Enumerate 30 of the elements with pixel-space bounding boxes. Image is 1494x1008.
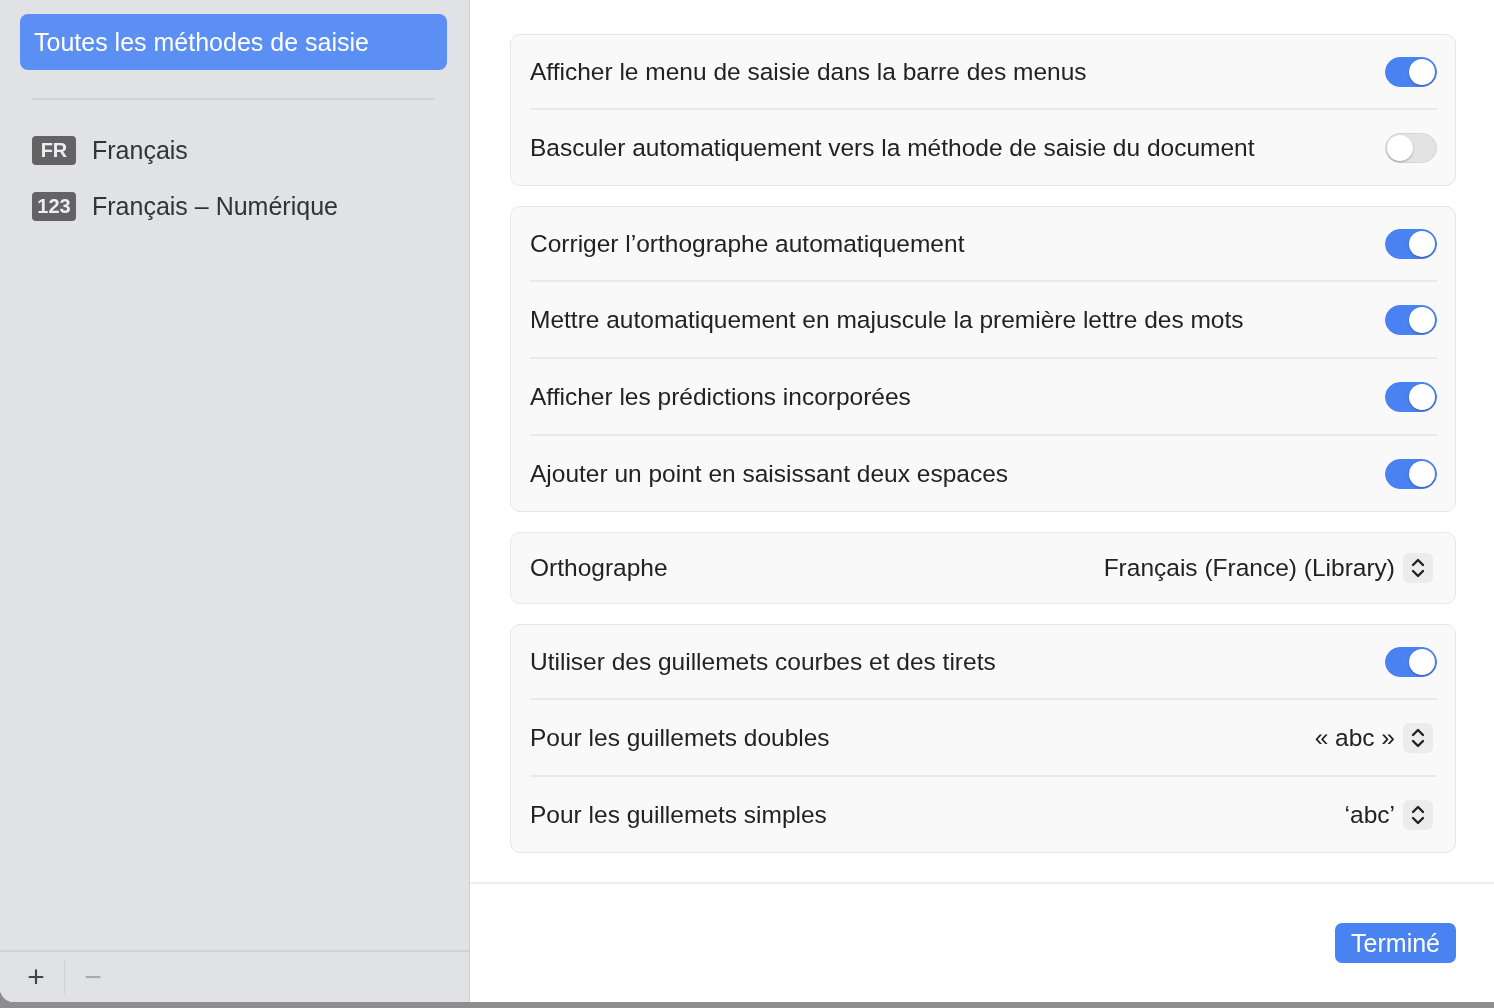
setting-label: Afficher les prédictions incorporées: [530, 382, 911, 411]
input-source-badge: FR: [32, 135, 76, 165]
input-source-badge: 123: [32, 191, 76, 221]
setting-label: Pour les guillemets simples: [530, 800, 827, 829]
popup-button[interactable]: « abc »: [1314, 722, 1437, 753]
toggle-switch[interactable]: [1385, 458, 1437, 489]
add-button[interactable]: +: [18, 960, 54, 994]
sidebar-item-label: Français: [92, 135, 188, 165]
sidebar-item-label: Français – Numérique: [92, 191, 338, 221]
stepper-arrows-icon: [1403, 799, 1433, 830]
sidebar-item[interactable]: 123 Français – Numérique: [20, 178, 447, 234]
setting-label: Mettre automatiquement en majuscule la première lettre des mots: [530, 305, 1244, 334]
done-button[interactable]: Terminé: [1335, 923, 1456, 963]
popup-button[interactable]: ‘abc’: [1344, 799, 1437, 830]
stepper-arrows-icon: [1403, 553, 1433, 583]
stepper-arrows-icon: [1403, 722, 1433, 753]
toggle-switch[interactable]: [1385, 228, 1437, 259]
setting-label: Pour les guillemets doubles: [530, 723, 830, 752]
setting-label: Afficher le menu de saisie dans la barre des menus: [530, 57, 1087, 86]
toggle-switch[interactable]: [1385, 56, 1437, 87]
toggle-switch[interactable]: [1385, 381, 1437, 412]
toggle-switch[interactable]: [1385, 646, 1437, 677]
setting-label: Basculer automatiquement vers la méthode de saisie du document: [530, 133, 1255, 162]
setting-label: Corriger l’orthographe automatiquement: [530, 229, 965, 258]
sidebar-item[interactable]: FR Français: [20, 122, 447, 178]
setting-label: Utiliser des guillemets courbes et des tirets: [530, 647, 996, 676]
setting-label: Orthographe: [530, 554, 668, 582]
popup-button[interactable]: Français (France) (Library): [1103, 553, 1437, 583]
toggle-switch[interactable]: [1385, 304, 1437, 335]
setting-label: Ajouter un point en saisissant deux espaces: [530, 459, 1009, 488]
